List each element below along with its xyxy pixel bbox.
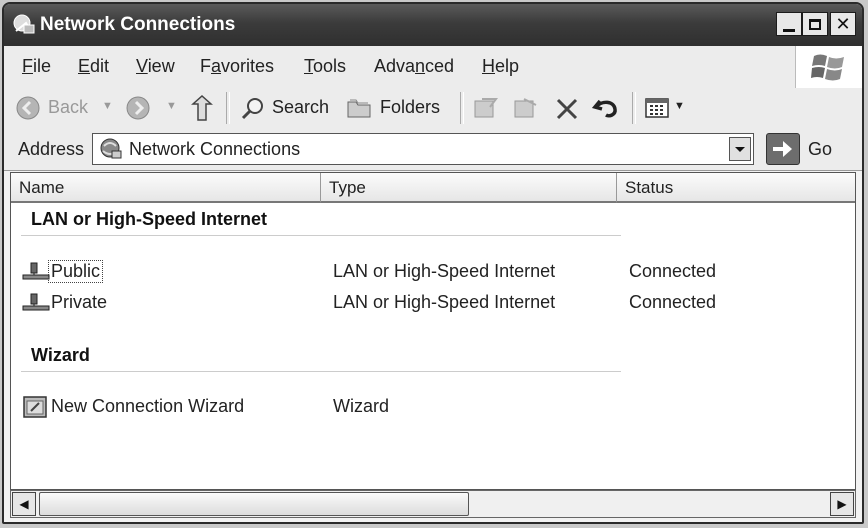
- title-bar[interactable]: Network Connections ✕: [4, 4, 862, 46]
- menu-bar: File Edit View Favorites Tools Advanced …: [4, 46, 862, 89]
- column-header-type[interactable]: Type: [321, 173, 617, 203]
- folders-button-label[interactable]: Folders: [380, 97, 440, 118]
- group-divider: [21, 235, 621, 236]
- column-header-name-label: Name: [19, 178, 65, 197]
- connection-type: Wizard: [333, 396, 390, 416]
- connection-name[interactable]: Public: [47, 260, 104, 283]
- forward-arrow-icon[interactable]: [126, 96, 150, 120]
- move-to-icon[interactable]: [472, 95, 500, 121]
- toolbar-separator: [226, 92, 230, 124]
- back-button-label[interactable]: Back: [48, 97, 88, 118]
- maximize-icon: [809, 18, 821, 30]
- undo-icon[interactable]: [592, 95, 620, 121]
- scroll-right-button[interactable]: ▶: [830, 492, 854, 516]
- connection-type: LAN or High-Speed Internet: [333, 292, 556, 312]
- menu-tools[interactable]: Tools: [304, 56, 346, 77]
- minimize-button[interactable]: [776, 12, 802, 36]
- connection-name[interactable]: Private: [51, 292, 107, 313]
- views-dropdown-icon[interactable]: ▼: [674, 100, 685, 112]
- standard-toolbar: Back ▼ ▼ Search Folders ▼: [4, 88, 862, 129]
- scroll-right-icon: ▶: [837, 497, 847, 511]
- back-dropdown-icon[interactable]: ▼: [102, 100, 113, 112]
- copy-to-icon[interactable]: [512, 95, 540, 121]
- chevron-down-icon: [735, 147, 745, 152]
- column-header-status-label: Status: [625, 178, 674, 197]
- scrollbar-thumb[interactable]: [39, 492, 469, 516]
- column-header-name[interactable]: Name: [11, 173, 321, 203]
- address-label: Address: [18, 139, 85, 159]
- back-arrow-icon[interactable]: [16, 96, 40, 120]
- go-label[interactable]: Go: [808, 139, 832, 160]
- go-arrow-icon: [773, 141, 792, 157]
- network-connections-window: Network Connections ✕ File Edit View Fav…: [2, 2, 864, 524]
- forward-dropdown-icon[interactable]: ▼: [166, 100, 177, 112]
- search-icon[interactable]: [240, 96, 266, 122]
- toolbar-separator: [460, 92, 464, 124]
- address-input[interactable]: Network Connections: [92, 133, 754, 165]
- menu-advanced[interactable]: Advanced: [374, 56, 454, 77]
- horizontal-scrollbar[interactable]: ◀ ▶: [10, 490, 856, 518]
- group-divider: [21, 371, 621, 372]
- go-button[interactable]: [766, 133, 800, 165]
- connection-name[interactable]: New Connection Wizard: [51, 396, 244, 417]
- scroll-left-button[interactable]: ◀: [12, 492, 36, 516]
- maximize-button[interactable]: [802, 12, 828, 36]
- delete-icon[interactable]: [554, 96, 580, 122]
- windows-logo: [795, 46, 862, 88]
- up-folder-icon[interactable]: [190, 94, 216, 122]
- scroll-left-icon: ◀: [19, 497, 29, 511]
- menu-help[interactable]: Help: [482, 56, 519, 77]
- minimize-icon: [783, 28, 795, 32]
- toolbar-separator: [632, 92, 636, 124]
- menu-file[interactable]: File: [22, 56, 51, 77]
- close-button[interactable]: ✕: [830, 12, 856, 36]
- network-connections-icon: [13, 14, 35, 34]
- network-adapter-icon: [22, 293, 50, 311]
- menu-edit[interactable]: Edit: [78, 56, 109, 77]
- column-header-status[interactable]: Status: [617, 173, 855, 203]
- network-connections-icon: [100, 138, 122, 159]
- group-header-wizard: Wizard: [31, 345, 90, 365]
- window-title: Network Connections: [40, 14, 236, 35]
- folders-icon[interactable]: [346, 96, 374, 120]
- windows-flag-icon: [811, 54, 844, 81]
- views-icon[interactable]: [644, 97, 670, 119]
- close-icon: ✕: [835, 13, 851, 35]
- menu-favorites[interactable]: Favorites: [200, 56, 274, 77]
- wizard-icon: [23, 396, 47, 418]
- connection-status: Connected: [629, 292, 717, 312]
- connection-status: Connected: [629, 261, 717, 281]
- connections-list: Name Type Status LAN or High-Speed Inter…: [10, 172, 856, 490]
- menu-view[interactable]: View: [136, 56, 175, 77]
- address-value: Network Connections: [129, 139, 301, 159]
- search-button-label[interactable]: Search: [272, 97, 329, 118]
- address-dropdown-button[interactable]: [729, 137, 751, 161]
- column-header-type-label: Type: [329, 178, 366, 197]
- group-header-lan: LAN or High-Speed Internet: [31, 209, 268, 229]
- network-adapter-icon: [22, 262, 50, 280]
- connection-type: LAN or High-Speed Internet: [333, 261, 556, 281]
- address-bar: Address Network Connections Go: [4, 128, 862, 171]
